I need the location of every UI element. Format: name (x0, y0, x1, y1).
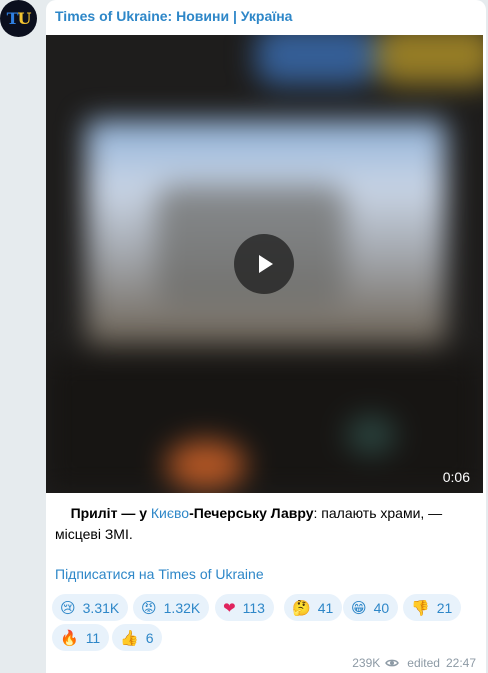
channel-name[interactable]: Times of Ukraine: Новини | Україна (55, 8, 292, 24)
edited-label: edited (407, 656, 440, 670)
reaction-thumbs-down[interactable]: 👎 21 (403, 594, 462, 621)
video-duration: 0:06 (442, 469, 470, 485)
reaction-count: 40 (373, 599, 390, 616)
reaction-crying[interactable]: 😢 3.31K (52, 594, 129, 621)
post-text-bold-1: Приліт — у (70, 505, 151, 521)
reaction-count: 6 (145, 629, 154, 646)
post-text-bold-2: -Печерську Лавру (189, 505, 314, 521)
reaction-heart[interactable]: ❤ 113 (215, 594, 274, 621)
channel-avatar[interactable]: TU (0, 0, 37, 37)
reaction-angry[interactable]: 😡 1.32K (133, 594, 210, 621)
message-footer: 239K edited 22:47 (352, 656, 476, 670)
thumbs-down-icon: 👎 (411, 598, 430, 617)
play-button[interactable] (234, 234, 294, 294)
reaction-fire[interactable]: 🔥 11 (52, 624, 110, 651)
reaction-count: 21 (436, 599, 453, 616)
reaction-count: 41 (317, 599, 334, 616)
heart-icon: ❤ (223, 598, 236, 617)
reaction-grinning[interactable]: 😁 40 (343, 594, 399, 621)
reaction-thumbs-up[interactable]: 👍 6 (112, 624, 163, 651)
video-player[interactable]: 0:06 (46, 35, 483, 493)
crying-face-icon: 😢 (60, 598, 76, 617)
reaction-count: 1.32K (163, 599, 201, 616)
reaction-count: 113 (242, 599, 265, 616)
avatar-letter-t: T (6, 9, 19, 28)
thinking-face-icon: 🤔 (292, 598, 311, 617)
message-bubble: Times of Ukraine: Новини | Україна 0:06 … (46, 0, 486, 673)
grinning-face-icon: 😁 (351, 598, 367, 617)
post-text: Приліт — у Києво-Печерську Лавру: палают… (55, 503, 475, 545)
angry-face-icon: 😡 (141, 598, 157, 617)
play-icon (259, 255, 273, 273)
thumbs-up-icon: 👍 (120, 628, 139, 647)
message-time: 22:47 (445, 656, 476, 670)
reaction-thinking[interactable]: 🤔 41 (284, 594, 343, 621)
reaction-count: 3.31K (82, 599, 120, 616)
eye-icon (385, 659, 400, 667)
view-count: 239K (352, 656, 381, 670)
post-link-kyiv[interactable]: Києво (151, 505, 189, 521)
subscribe-link[interactable]: Підписатися на Times of Ukraine (55, 566, 264, 582)
avatar-letter-u: U (17, 9, 31, 28)
reaction-count: 11 (85, 629, 101, 646)
fire-icon: 🔥 (60, 628, 79, 647)
